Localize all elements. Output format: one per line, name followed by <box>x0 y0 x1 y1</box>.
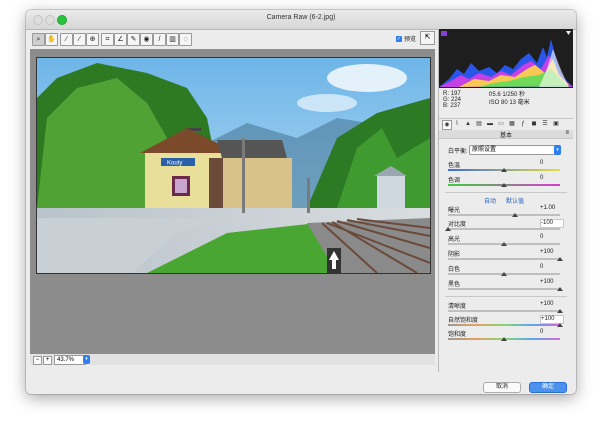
saturation-label: 饱和度 <box>448 332 467 338</box>
camera-calibration-tab-icon[interactable]: ◼ <box>530 120 538 128</box>
cancel-button[interactable]: 取消 <box>483 382 521 393</box>
railway-station-photo: Kouty <box>37 58 430 273</box>
highlights-slider-thumb[interactable] <box>501 242 507 246</box>
divider <box>445 192 567 193</box>
saturation-value[interactable]: 0 <box>540 329 562 336</box>
blacks-label: 黑色 <box>448 282 461 288</box>
detail-tab-icon[interactable]: ▲ <box>464 120 472 128</box>
preview-photo: Kouty <box>36 57 431 274</box>
snapshots-tab-icon[interactable]: ▣ <box>552 120 560 128</box>
lens-tab-icon[interactable]: ▭ <box>497 120 505 128</box>
white-balance-label: 白平衡: <box>448 149 468 155</box>
adjustment-panel: R: 197 G: 224 B: 237 f/5.6 1/250 秒 ISO 8… <box>438 29 573 372</box>
presets-tab-icon[interactable]: ☰ <box>541 120 549 128</box>
basic-tab-icon[interactable]: ◉ <box>442 120 452 130</box>
ok-button[interactable]: 确定 <box>529 382 567 393</box>
hand-tool-icon[interactable]: ✋ <box>45 33 58 46</box>
preview-label: 预览 <box>404 37 417 43</box>
shadows-slider[interactable] <box>448 258 560 260</box>
window-title: Camera Raw (6-2.jpg) <box>266 14 336 21</box>
clarity-value[interactable]: +100 <box>540 301 562 308</box>
whites-value[interactable]: 0 <box>540 264 562 271</box>
rgb-readout: R: 197 G: 224 B: 237 <box>443 91 461 109</box>
saturation-slider-thumb[interactable] <box>501 337 507 341</box>
blacks-slider[interactable] <box>448 288 560 290</box>
station-sign: Kouty <box>167 161 182 167</box>
tint-slider-thumb[interactable] <box>501 183 507 187</box>
vibrance-slider-thumb[interactable] <box>557 323 563 327</box>
blacks-slider-thumb[interactable] <box>557 287 563 291</box>
targeted-adjustment-tool-icon[interactable]: ⊕ <box>86 33 99 46</box>
adjustment-brush-tool-icon[interactable]: / <box>153 33 166 46</box>
default-link[interactable]: 默认值 <box>506 196 524 205</box>
vibrance-slider[interactable] <box>448 324 560 326</box>
preview-checkbox-icon[interactable]: ✓ <box>396 36 402 43</box>
clarity-slider[interactable] <box>448 310 560 312</box>
fx-tab-icon[interactable]: ƒ <box>519 120 527 128</box>
white-balance-value: 原照设置 <box>472 147 497 153</box>
exposure-value[interactable]: +1.00 <box>540 205 562 212</box>
whites-label: 白色 <box>448 267 461 273</box>
panel-title: 基本 <box>439 130 573 139</box>
shadows-slider-thumb[interactable] <box>557 257 563 261</box>
clarity-slider-thumb[interactable] <box>557 309 563 313</box>
exif-info: f/5.6 1/250 秒 ISO 80 13 毫米 <box>489 91 530 107</box>
exposure-slider-thumb[interactable] <box>512 213 518 217</box>
shadows-value[interactable]: +100 <box>540 249 562 256</box>
iso-focal-length: ISO 80 13 毫米 <box>489 100 530 106</box>
spot-removal-tool-icon[interactable]: ✎ <box>127 33 140 46</box>
tone-curve-tab-icon[interactable]: ⌇ <box>453 120 461 128</box>
contrast-slider[interactable] <box>448 228 560 230</box>
exposure-slider[interactable] <box>448 214 560 216</box>
exposure-label: 曝光 <box>448 208 461 214</box>
tint-label: 色调 <box>448 178 461 184</box>
highlights-value[interactable]: 0 <box>540 234 562 241</box>
hsl-tab-icon[interactable]: ▤ <box>475 120 483 128</box>
red-eye-tool-icon[interactable]: ◉ <box>140 33 153 46</box>
camera-raw-window: Camera Raw (6-2.jpg) ⌕ ✋ ⁄ ⁄ ⊕ ⌗ ∠ ✎ ◉ /… <box>26 10 576 394</box>
split-toning-tab-icon[interactable]: ▬ <box>486 120 494 128</box>
whites-slider-thumb[interactable] <box>501 272 507 276</box>
radial-filter-tool-icon[interactable]: ◌ <box>179 33 192 46</box>
temperature-slider-thumb[interactable] <box>501 168 507 172</box>
histogram <box>439 29 573 88</box>
crop-tool-icon[interactable]: ⌗ <box>101 33 114 46</box>
vibrance-label: 自然饱和度 <box>448 318 479 324</box>
auto-link[interactable]: 自动 <box>484 196 496 205</box>
effects-tab-icon[interactable]: ▦ <box>508 120 516 128</box>
panel-menu-icon[interactable]: ≡ <box>565 130 569 136</box>
white-balance-tool-icon[interactable]: ⁄ <box>60 33 73 46</box>
straighten-tool-icon[interactable]: ∠ <box>114 33 127 46</box>
tint-value[interactable]: 0 <box>540 175 562 182</box>
fullscreen-button[interactable]: ⇱ <box>420 31 435 45</box>
zoom-out-icon[interactable]: − <box>33 356 42 365</box>
contrast-value[interactable]: -100 <box>540 219 564 228</box>
contrast-slider-thumb[interactable] <box>445 227 451 231</box>
blacks-value[interactable]: +100 <box>540 279 562 286</box>
zoom-tool-icon[interactable]: ⌕ <box>32 33 45 46</box>
zoom-level-field[interactable]: 43.7% <box>54 355 86 365</box>
color-sampler-tool-icon[interactable]: ⁄ <box>73 33 86 46</box>
tool-bar: ⌕ ✋ ⁄ ⁄ ⊕ ⌗ ∠ ✎ ◉ / ▥ ◌ <box>30 32 430 48</box>
shadows-label: 阴影 <box>448 252 461 258</box>
white-balance-dropdown-icon[interactable]: ▾ <box>554 145 561 155</box>
histogram-graph <box>439 31 573 87</box>
temperature-value[interactable]: 0 <box>540 160 562 167</box>
zoom-dropdown-icon[interactable]: ▾ <box>83 355 90 364</box>
temperature-label: 色温 <box>448 163 461 169</box>
preview-toggle[interactable]: ✓ 预览 <box>396 34 416 43</box>
divider <box>445 296 567 297</box>
title-bar: Camera Raw (6-2.jpg) <box>26 10 576 30</box>
highlights-label: 高光 <box>448 237 461 243</box>
clarity-label: 清晰度 <box>448 304 467 310</box>
zoom-bar: − + 43.7% ▾ <box>30 354 435 365</box>
white-balance-select[interactable]: 原照设置 ▾ <box>469 145 561 155</box>
blue-readout: B: 237 <box>443 103 461 109</box>
zoom-in-icon[interactable]: + <box>43 356 52 365</box>
aperture-shutter: f/5.6 1/250 秒 <box>489 92 526 98</box>
graduated-filter-tool-icon[interactable]: ▥ <box>166 33 179 46</box>
